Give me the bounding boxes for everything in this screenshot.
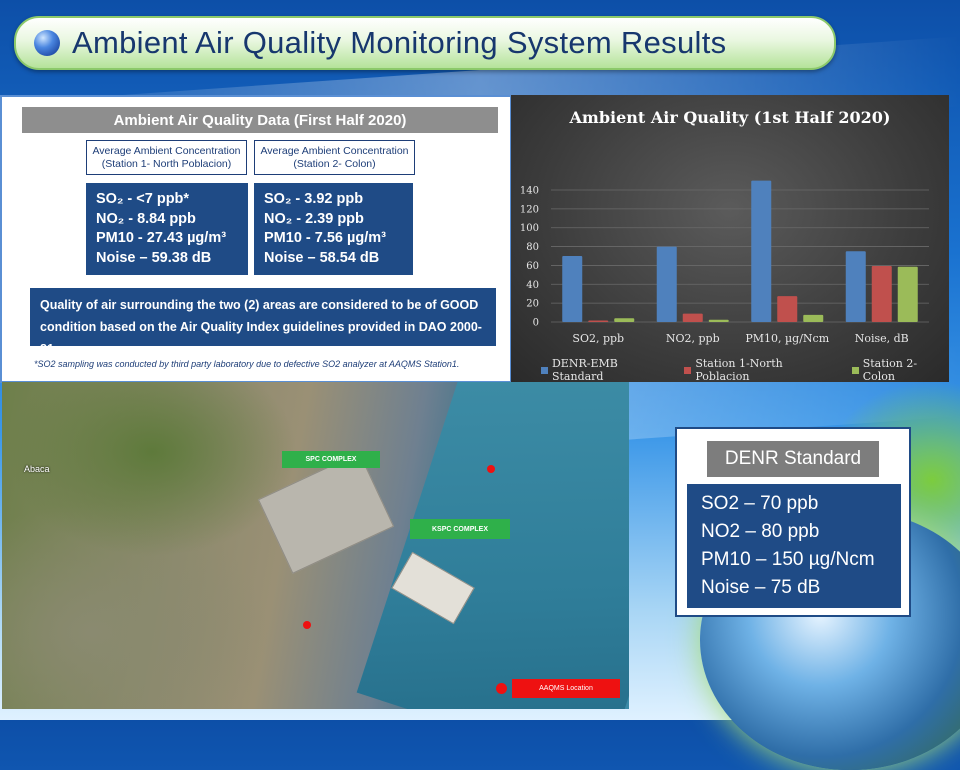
station-1-so2: SO₂ - <7 ppb*	[96, 191, 190, 207]
legend-swatch	[851, 366, 859, 374]
denr-standard-header: DENR Standard	[707, 441, 879, 477]
so2-footnote: *SO2 sampling was conducted by third par…	[34, 359, 460, 369]
bar	[803, 314, 824, 322]
bar	[708, 319, 729, 322]
station-2-no2: NO₂ - 2.39 ppb	[264, 210, 364, 227]
aaqms-marker-station-1	[303, 621, 311, 629]
sea-area	[356, 382, 629, 709]
y-tick-label: 0	[533, 318, 539, 329]
standard-noise: Noise – 75 dB	[701, 577, 821, 598]
aaqms-location-label: AAQMS Location	[512, 679, 620, 698]
site-map: SPC COMPLEX KSPC COMPLEX Abaca AAQMS Loc…	[2, 382, 629, 709]
x-tick-label: NO2, ppb	[666, 332, 720, 345]
legend-swatch	[684, 366, 692, 374]
legend-swatch	[541, 366, 548, 374]
air-quality-note: Quality of air surrounding the two (2) a…	[30, 288, 496, 356]
kspc-complex-label: KSPC COMPLEX	[410, 519, 510, 539]
x-tick-label: Noise, dB	[855, 332, 909, 345]
bar	[614, 318, 635, 322]
x-tick-label: PM10, µg/Ncm	[745, 332, 829, 345]
station-2-so2: SO₂ - 3.92 ppb	[264, 191, 364, 207]
legend-item: DENR-EMB Standard	[541, 357, 672, 383]
chart-legend: DENR-EMB Standard Station 1-North Poblaci…	[541, 357, 949, 383]
station-2-heading-line1: Average Ambient Concentration	[260, 144, 409, 157]
y-tick-label: 120	[520, 204, 539, 215]
bar	[845, 251, 866, 322]
air-quality-chart: Ambient Air Quality (1st Half 2020) 0 20 4…	[511, 95, 949, 383]
legend-label: Station 1-North Poblacion	[695, 357, 783, 383]
globe-bullet-icon	[34, 30, 60, 56]
bar	[588, 320, 609, 322]
standard-pm10: PM10 – 150 µg/Ncm	[701, 549, 875, 570]
bar	[871, 266, 892, 322]
station-2-values: SO₂ - 3.92 ppb NO₂ - 2.39 ppb PM10 - 7.5…	[254, 183, 413, 275]
y-tick-label: 60	[526, 261, 539, 272]
bar	[751, 180, 772, 322]
table-header: Ambient Air Quality Data (First Half 202…	[22, 107, 498, 133]
legend-label: Station 2-Colon	[862, 357, 918, 383]
denr-standard-box: DENR Standard SO2 – 70 ppb NO2 – 80 ppb …	[675, 427, 911, 617]
station-1-heading-line1: Average Ambient Concentration	[92, 144, 241, 157]
standard-no2: NO2 – 80 ppb	[701, 521, 820, 542]
station-1-heading: Average Ambient Concentration (Station 1…	[86, 140, 247, 175]
air-quality-table-panel: Ambient Air Quality Data (First Half 202…	[2, 97, 510, 381]
spc-complex-label: SPC COMPLEX	[282, 451, 380, 468]
station-2-heading-line2: (Station 2- Colon)	[293, 157, 376, 170]
bar	[656, 246, 677, 322]
slide-title: Ambient Air Quality Monitoring System Re…	[72, 25, 727, 60]
bar	[897, 266, 918, 322]
x-tick-label: SO2, ppb	[572, 332, 624, 345]
bar	[777, 296, 798, 322]
station-1-no2: NO₂ - 8.84 ppb	[96, 210, 196, 227]
station-2-noise: Noise – 58.54 dB	[264, 249, 380, 266]
station-1-pm10: PM10 - 27.43 µg/m³	[96, 230, 227, 246]
station-1-heading-line2: (Station 1- North Poblacion)	[101, 157, 232, 170]
station-1-values: SO₂ - <7 ppb* NO₂ - 8.84 ppb PM10 - 27.4…	[86, 183, 248, 275]
bar	[562, 256, 583, 322]
y-tick-label: 40	[526, 280, 539, 291]
station-2-heading: Average Ambient Concentration (Station 2…	[254, 140, 415, 175]
legend-item: Station 2-Colon	[851, 357, 949, 383]
spc-plant-area	[257, 452, 395, 574]
station-2-pm10: PM10 - 7.56 µg/m³	[264, 230, 386, 246]
slide-title-bar: Ambient Air Quality Monitoring System Re…	[14, 16, 836, 70]
legend-label: DENR-EMB Standard	[551, 357, 618, 383]
y-tick-label: 20	[526, 299, 539, 310]
aaqms-marker-station-2	[487, 465, 495, 473]
legend-marker	[496, 683, 507, 694]
standard-so2: SO2 – 70 ppb	[701, 493, 819, 514]
y-tick-label: 100	[520, 223, 539, 234]
bar	[682, 313, 703, 322]
station-1-noise: Noise – 59.38 dB	[96, 249, 212, 266]
y-tick-label: 140	[520, 186, 539, 197]
y-tick-label: 80	[526, 242, 539, 253]
abaca-town-label: Abaca	[24, 464, 50, 474]
denr-standard-list: SO2 – 70 ppb NO2 – 80 ppb PM10 – 150 µg/…	[687, 484, 901, 608]
chart-plot: 0 20 40 60 80 100 120 140 SO2, ppb NO2, ppb PM10, …	[520, 180, 929, 345]
legend-item: Station 1-North Poblacion	[684, 357, 839, 383]
